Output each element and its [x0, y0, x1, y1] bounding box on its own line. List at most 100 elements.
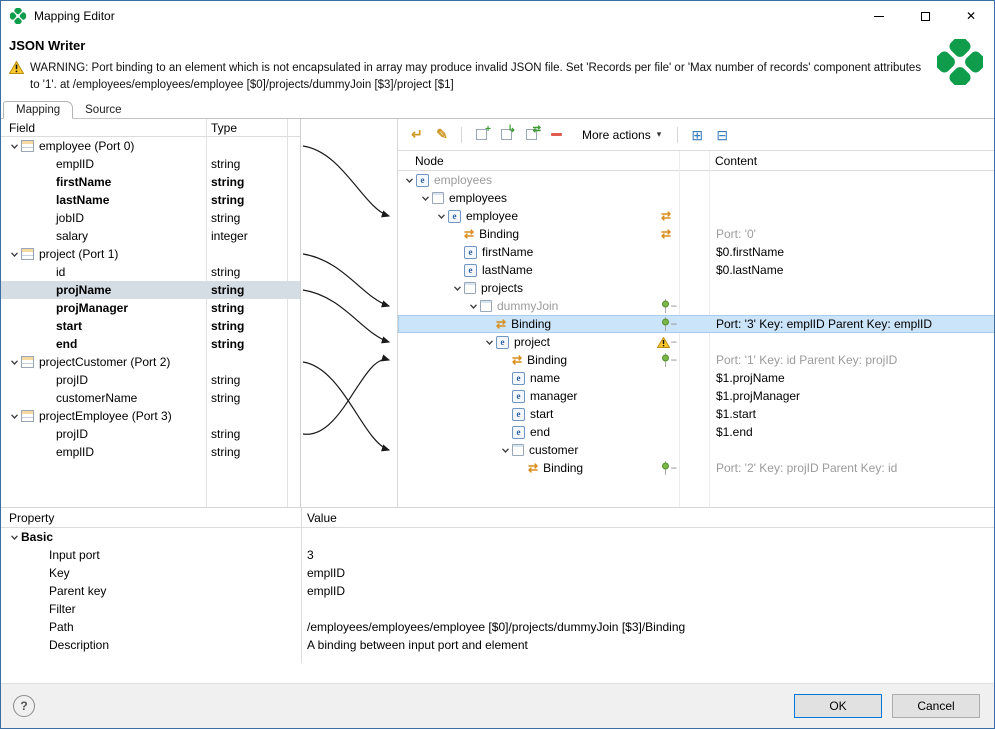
expander-icon[interactable] — [418, 194, 432, 203]
tree-row[interactable]: dummyJoin-- — [398, 297, 995, 315]
field-group-row[interactable]: projectEmployee (Port 3) — [1, 407, 300, 425]
field-row[interactable]: startstring — [1, 317, 300, 335]
chevron-down-icon: ▾ — [657, 129, 662, 140]
expander-icon[interactable] — [498, 446, 512, 455]
maximize-button[interactable] — [902, 1, 948, 31]
field-label: jobID — [56, 211, 84, 225]
property-row[interactable]: Input port3 — [1, 546, 995, 564]
field-row[interactable]: salaryinteger — [1, 227, 300, 245]
tree-row[interactable]: ⇄Binding--Port: '2' Key: projID Parent K… — [398, 459, 995, 477]
expander-icon[interactable] — [7, 250, 21, 259]
property-row[interactable]: Parent keyemplID — [1, 582, 995, 600]
status-dashes: -- — [671, 300, 676, 312]
property-label: Input port — [49, 548, 100, 562]
key-status-icon — [661, 299, 670, 313]
tree-row[interactable]: customer — [398, 441, 995, 459]
status-gutter — [679, 189, 709, 207]
property-row[interactable]: Filter — [1, 600, 995, 618]
node-label: employees — [449, 191, 507, 205]
edit-mapping-button[interactable]: ✎ — [431, 125, 453, 145]
minimize-button[interactable] — [856, 1, 902, 31]
field-row[interactable]: emplIDstring — [1, 155, 300, 173]
help-button[interactable]: ? — [13, 695, 35, 717]
field-row[interactable]: idstring — [1, 263, 300, 281]
remove-button[interactable] — [545, 125, 567, 145]
close-button[interactable]: ✕ — [948, 1, 994, 31]
field-group-row[interactable]: projectCustomer (Port 2) — [1, 353, 300, 371]
cancel-button[interactable]: Cancel — [892, 694, 980, 718]
tab-mapping[interactable]: Mapping — [3, 101, 73, 119]
add-sibling-element-button[interactable]: ↳ — [495, 125, 517, 145]
collapse-all-button[interactable]: ⊟ — [711, 125, 733, 145]
field-row[interactable]: projIDstring — [1, 425, 300, 443]
expander-icon[interactable] — [7, 412, 21, 421]
expander-icon[interactable] — [482, 338, 496, 347]
expander-icon[interactable] — [450, 284, 464, 293]
tree-row[interactable]: efirstName$0.firstName — [398, 243, 995, 261]
tree-row[interactable]: projects — [398, 279, 995, 297]
status-gutter — [679, 279, 709, 297]
container-icon — [432, 192, 444, 204]
field-row[interactable]: projNamestring — [1, 281, 300, 299]
tree-row[interactable]: eemployees — [398, 171, 995, 189]
expander-icon[interactable] — [7, 142, 21, 151]
field-group-row[interactable]: employee (Port 0) — [1, 137, 300, 155]
tree-row[interactable]: emanager$1.projManager — [398, 387, 995, 405]
minus-icon — [551, 133, 562, 136]
tree-table-header: Node Content — [398, 151, 995, 171]
binding-icon: ⇄ — [528, 462, 538, 474]
add-binding-button[interactable]: ⇄ — [520, 125, 542, 145]
field-column-header: Field — [9, 121, 35, 135]
ok-button[interactable]: OK — [794, 694, 882, 718]
field-label: emplID — [56, 445, 94, 459]
field-row[interactable]: jobIDstring — [1, 209, 300, 227]
field-type: integer — [206, 229, 248, 243]
props-table-body: BasicInput port3KeyemplIDParent keyemplI… — [1, 528, 995, 654]
tree-row[interactable]: ⇄Binding⇄Port: '0' — [398, 225, 995, 243]
field-row[interactable]: endstring — [1, 335, 300, 353]
node-content: Port: '1' Key: id Parent Key: projID — [709, 353, 995, 367]
binding-icon: ⇄ — [512, 354, 522, 366]
more-actions-button[interactable]: More actions ▾ — [574, 126, 669, 144]
property-row[interactable]: Path/employees/employees/employee [$0]/p… — [1, 618, 995, 636]
field-row[interactable]: firstNamestring — [1, 173, 300, 191]
map-wizard-button[interactable]: ↵ — [406, 125, 428, 145]
expander-icon[interactable] — [434, 212, 448, 221]
field-row[interactable]: projIDstring — [1, 371, 300, 389]
property-label: Description — [49, 638, 109, 652]
node-content: $1.projName — [709, 371, 995, 385]
field-row[interactable]: projManagerstring — [1, 299, 300, 317]
property-row[interactable]: DescriptionA binding between input port … — [1, 636, 995, 654]
tree-row[interactable]: eemployee⇄ — [398, 207, 995, 225]
tree-row[interactable]: ⇄Binding--Port: '1' Key: id Parent Key: … — [398, 351, 995, 369]
node-content: $0.firstName — [709, 245, 995, 259]
window-title: Mapping Editor — [34, 9, 115, 23]
field-label: lastName — [56, 193, 109, 207]
field-label: projectCustomer (Port 2) — [39, 355, 170, 369]
field-row[interactable]: customerNamestring — [1, 389, 300, 407]
column-divider — [301, 508, 302, 663]
expander-icon[interactable] — [7, 358, 21, 367]
status-gutter — [679, 369, 709, 387]
tree-row[interactable]: eproject-- — [398, 333, 995, 351]
node-content: Port: '2' Key: projID Parent Key: id — [709, 461, 995, 475]
tree-row[interactable]: elastName$0.lastName — [398, 261, 995, 279]
warning-icon — [9, 61, 24, 74]
field-row[interactable]: emplIDstring — [1, 443, 300, 461]
tree-row[interactable]: eend$1.end — [398, 423, 995, 441]
tree-row[interactable]: employees — [398, 189, 995, 207]
expander-icon[interactable] — [402, 176, 416, 185]
property-row[interactable]: KeyemplID — [1, 564, 995, 582]
expander-icon[interactable] — [466, 302, 480, 311]
expand-all-button[interactable]: ⊞ — [686, 125, 708, 145]
tree-row[interactable]: ⇄Binding--Port: '3' Key: emplID Parent K… — [398, 315, 995, 333]
field-label: id — [56, 265, 65, 279]
field-group-row[interactable]: project (Port 1) — [1, 245, 300, 263]
field-row[interactable]: lastNamestring — [1, 191, 300, 209]
tree-row[interactable]: estart$1.start — [398, 405, 995, 423]
property-group-row[interactable]: Basic — [1, 528, 995, 546]
add-child-element-button[interactable]: + — [470, 125, 492, 145]
tab-source[interactable]: Source — [73, 102, 133, 118]
tree-row[interactable]: ename$1.projName — [398, 369, 995, 387]
expander-icon[interactable] — [7, 533, 21, 542]
